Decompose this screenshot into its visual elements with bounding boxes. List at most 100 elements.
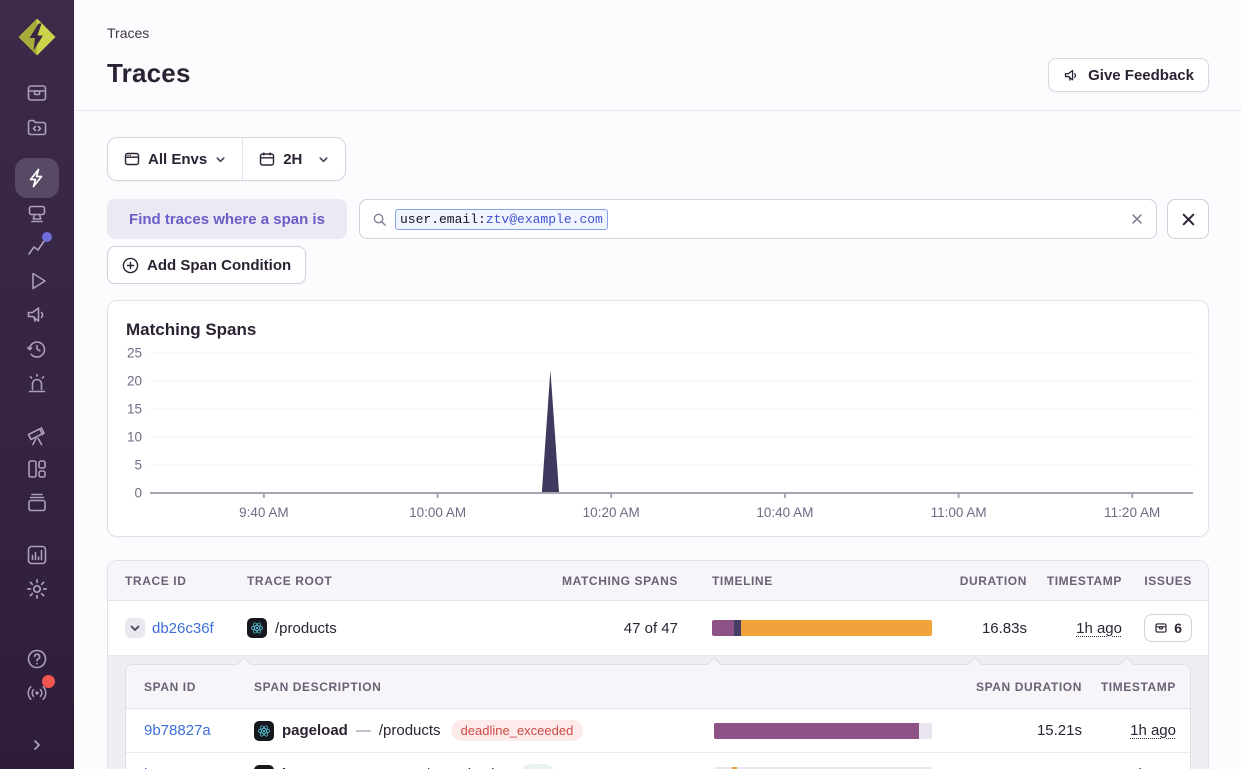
close-icon: [1181, 212, 1196, 227]
chevron-down-icon: [215, 154, 226, 165]
give-feedback-button[interactable]: Give Feedback: [1048, 58, 1209, 92]
span-row: b7a7e441 GO http.server — GET /organizat…: [126, 753, 1190, 769]
matching-spans-value: 47 of 47: [624, 620, 678, 637]
svg-text:10:40 AM: 10:40 AM: [756, 505, 813, 520]
issues-count-button[interactable]: 6: [1144, 614, 1192, 642]
chart-title: Matching Spans: [126, 320, 256, 340]
svg-text:25: 25: [127, 346, 142, 361]
user-feedback-icon[interactable]: [25, 303, 49, 327]
stats-icon[interactable]: [25, 543, 49, 567]
col-timestamp: Timestamp: [1047, 574, 1122, 588]
trace-id-link[interactable]: db26c36f: [152, 620, 214, 637]
svg-text:10: 10: [127, 430, 142, 445]
releases-clock-icon[interactable]: [25, 337, 49, 361]
projects-icon[interactable]: [25, 201, 49, 225]
span-row: 9b78827a pageload — /products: [126, 709, 1190, 753]
col-span-description: Span Description: [254, 680, 704, 694]
col-span-timestamp: Timestamp: [1101, 680, 1176, 694]
matching-spans-panel: Matching Spans 05101520259:40 AM10:00 AM…: [107, 300, 1209, 537]
add-span-condition-button[interactable]: Add Span Condition: [107, 246, 306, 284]
broadcast-icon[interactable]: [25, 681, 49, 705]
sidebar: [0, 0, 74, 769]
span-table-header: Span ID Span Description Span Duration T…: [126, 665, 1190, 709]
svg-text:11:20 AM: 11:20 AM: [1104, 505, 1160, 520]
span-status-badge: ok: [521, 764, 555, 769]
svg-text:11:00 AM: 11:00 AM: [931, 505, 987, 520]
col-span-id: Span ID: [144, 680, 254, 694]
alerts-siren-icon[interactable]: [25, 371, 49, 395]
separator: —: [356, 722, 371, 739]
search-filter-token[interactable]: user.email:ztv@example.com: [395, 209, 608, 230]
replays-icon[interactable]: [25, 269, 49, 293]
search-icon: [372, 212, 387, 227]
give-feedback-label: Give Feedback: [1088, 67, 1194, 84]
issues-icon[interactable]: [25, 81, 49, 105]
col-duration: Duration: [960, 574, 1027, 588]
react-platform-icon: [247, 618, 267, 638]
add-span-condition-label: Add Span Condition: [147, 257, 291, 274]
svg-text:20: 20: [127, 374, 142, 389]
matching-spans-chart: 05101520259:40 AM10:00 AM10:20 AM10:40 A…: [108, 301, 1210, 538]
remove-condition-button[interactable]: [1167, 199, 1209, 239]
chevron-down-icon: [318, 154, 329, 165]
clear-search-icon[interactable]: [1130, 212, 1144, 226]
chevron-down-icon: [129, 622, 141, 634]
help-icon[interactable]: [25, 647, 49, 671]
collapse-row-button[interactable]: [125, 618, 145, 638]
col-span-duration: Span Duration: [976, 680, 1082, 694]
span-timestamp[interactable]: 1h ago: [1130, 722, 1176, 739]
notification-dot-blue: [42, 232, 52, 242]
span-op: pageload: [282, 722, 348, 739]
span-search-input[interactable]: user.email:ztv@example.com: [359, 199, 1157, 239]
token-value: ztv@example.com: [486, 212, 603, 227]
span-id-link[interactable]: 9b78827a: [144, 722, 211, 739]
issues-icon: [1154, 621, 1168, 635]
header-divider: [74, 110, 1241, 111]
token-key: user.email:: [400, 212, 486, 227]
sentry-logo[interactable]: [17, 17, 57, 57]
svg-text:10:20 AM: 10:20 AM: [583, 505, 640, 520]
span-duration: 15.21s: [1037, 722, 1082, 739]
span-description: /products: [379, 722, 441, 739]
svg-text:0: 0: [134, 486, 142, 501]
environment-selector[interactable]: All Envs: [108, 138, 242, 180]
notification-dot-red: [42, 675, 55, 688]
col-trace-root: Trace Root: [247, 574, 543, 588]
col-trace-id: Trace ID: [125, 574, 247, 588]
filter-bar: All Envs 2H: [107, 137, 346, 181]
megaphone-icon: [1063, 67, 1080, 84]
insights-icon[interactable]: [25, 235, 49, 259]
time-period-value: 2H: [283, 151, 302, 168]
discover-telescope-icon[interactable]: [25, 423, 49, 447]
col-issues: Issues: [1144, 574, 1192, 588]
trace-timestamp[interactable]: 1h ago: [1076, 620, 1122, 637]
col-timeline: Timeline: [678, 574, 958, 588]
trace-timeline-bar: [712, 620, 932, 636]
plus-circle-icon: [122, 257, 139, 274]
trace-table: Trace ID Trace Root Matching Spans Timel…: [107, 560, 1209, 769]
calendar-icon: [259, 151, 275, 167]
svg-text:9:40 AM: 9:40 AM: [239, 505, 289, 520]
react-platform-icon: [254, 721, 274, 741]
svg-text:10:00 AM: 10:00 AM: [409, 505, 466, 520]
span-status-badge: deadline_exceeded: [451, 720, 584, 741]
go-platform-icon: GO: [254, 765, 274, 769]
issues-count: 6: [1174, 620, 1182, 636]
breadcrumb[interactable]: Traces: [107, 25, 149, 41]
expanded-trace-area: Span ID Span Description Span Duration T…: [108, 655, 1208, 769]
main-content: Traces Traces Give Feedback All Envs 2H …: [74, 0, 1241, 769]
col-matching-spans: Matching Spans: [562, 574, 678, 588]
span-table: Span ID Span Description Span Duration T…: [125, 664, 1191, 769]
span-duration-bar: [714, 723, 932, 739]
traces-nav-item-active[interactable]: [15, 158, 59, 198]
time-period-selector[interactable]: 2H: [243, 138, 345, 180]
collapse-chevron-icon[interactable]: [25, 733, 49, 757]
trace-root-value: /products: [275, 620, 337, 637]
settings-gear-icon[interactable]: [25, 577, 49, 601]
lightning-bolt-icon: [25, 166, 49, 190]
window-icon: [124, 151, 140, 167]
explore-icon[interactable]: [25, 115, 49, 139]
dashboards-icon[interactable]: [25, 457, 49, 481]
trace-row: db26c36f /products 47 of 47 16.83s 1h: [108, 601, 1208, 655]
archive-icon[interactable]: [25, 491, 49, 515]
